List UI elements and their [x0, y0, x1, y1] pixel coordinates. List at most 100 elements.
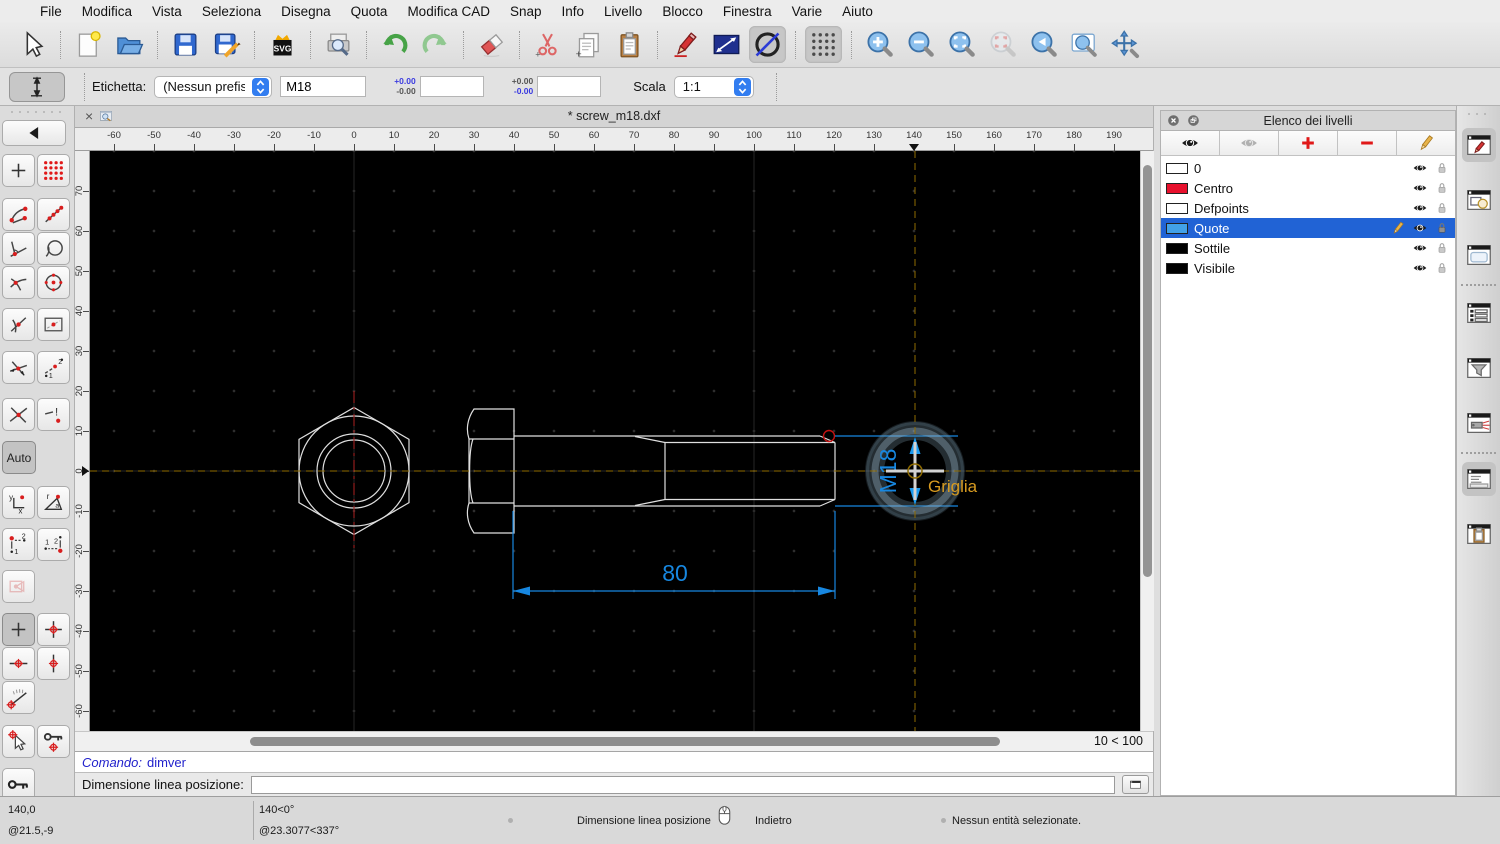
tolerance-lower-input[interactable]	[537, 76, 602, 97]
cut-button[interactable]: +	[529, 26, 566, 63]
angle-snap-button[interactable]	[2, 681, 35, 714]
remove-layer-button[interactable]	[1338, 131, 1397, 155]
print-preview-button[interactable]	[320, 26, 357, 63]
snap-free-button[interactable]	[2, 154, 35, 187]
layer-visibility-icon[interactable]	[1412, 240, 1428, 256]
menu-aiuto[interactable]: Aiuto	[832, 4, 883, 19]
copy-button[interactable]: +	[570, 26, 607, 63]
snap-endpoint-button[interactable]	[2, 198, 35, 231]
layer-row-quote[interactable]: Quote	[1161, 218, 1455, 238]
snap-auto-button[interactable]: Auto	[2, 441, 36, 474]
snap-grid-button[interactable]	[37, 154, 70, 187]
snap-perpendicular-button[interactable]	[2, 232, 35, 265]
snap-intersection-auto-button[interactable]	[2, 351, 35, 384]
command-window-toggle-button[interactable]	[1122, 775, 1149, 795]
snap-intersection-button[interactable]	[2, 398, 35, 431]
new-file-button[interactable]	[70, 26, 107, 63]
dock-layer-list-button[interactable]	[1462, 128, 1496, 162]
menu-varie[interactable]: Varie	[782, 4, 833, 19]
vertical-scrollbar[interactable]	[1140, 151, 1154, 732]
edit-layer-icon[interactable]	[1390, 220, 1406, 236]
dimension-tool-button[interactable]	[708, 26, 745, 63]
layer-row-0[interactable]: 0	[1161, 158, 1455, 178]
paste-button[interactable]	[611, 26, 648, 63]
ellipse-tool-button[interactable]	[749, 26, 786, 63]
restrict-vertical-button[interactable]	[37, 647, 70, 680]
layer-visibility-icon[interactable]	[1412, 160, 1428, 176]
menu-modifica-cad[interactable]: Modifica CAD	[397, 4, 500, 19]
tolerance-upper-input[interactable]	[419, 76, 484, 97]
menu-modifica[interactable]: Modifica	[72, 4, 142, 19]
lock-relative-zero-button[interactable]	[37, 725, 70, 758]
toolbar-drag-handle[interactable]	[1465, 112, 1492, 116]
dock-library-browser-button[interactable]	[1462, 238, 1496, 272]
dock-entity-filter-button[interactable]	[1462, 351, 1496, 385]
panel-close-icon[interactable]	[1166, 113, 1181, 128]
snap-on-entity-button[interactable]	[37, 198, 70, 231]
snap-circle-button[interactable]	[37, 232, 70, 265]
save-button[interactable]	[167, 26, 204, 63]
snap-center-button[interactable]	[37, 266, 70, 299]
layer-visibility-icon[interactable]	[1412, 220, 1428, 236]
vertical-dimension-tool-button[interactable]	[9, 71, 65, 102]
menu-livello[interactable]: Livello	[594, 4, 652, 19]
layer-row-defpoints[interactable]: Defpoints	[1161, 198, 1455, 218]
add-layer-button[interactable]	[1279, 131, 1338, 155]
layer-lock-icon[interactable]	[1434, 260, 1450, 276]
layer-lock-icon[interactable]	[1434, 180, 1450, 196]
dock-entity-list-button[interactable]	[1462, 296, 1496, 330]
snap-tangent-button[interactable]	[2, 266, 35, 299]
dock-command-widget-button[interactable]	[1462, 462, 1496, 496]
command-input[interactable]	[250, 775, 1115, 794]
export-svg-button[interactable]: SVG	[264, 26, 301, 63]
layer-lock-icon[interactable]	[1434, 240, 1450, 256]
zoom-auto-button[interactable]	[943, 26, 980, 63]
layer-row-sottile[interactable]: Sottile	[1161, 238, 1455, 258]
menu-quota[interactable]: Quota	[341, 4, 398, 19]
grid-toggle-button[interactable]	[805, 26, 842, 63]
edit-layer-button[interactable]	[1397, 131, 1455, 155]
restrict-free-button[interactable]	[2, 613, 35, 646]
snap-corner-second-button[interactable]: 12	[37, 528, 70, 561]
menu-file[interactable]: File	[30, 4, 72, 19]
drawing-canvas[interactable]: 80 M18 Griglia	[90, 151, 1140, 732]
delete-entities-button[interactable]	[473, 26, 510, 63]
panel-float-icon[interactable]	[1186, 113, 1201, 128]
dimension-label-input[interactable]	[280, 76, 367, 97]
restrict-horizontal-button[interactable]	[2, 647, 35, 680]
zoom-window-button[interactable]	[1066, 26, 1103, 63]
layer-lock-icon[interactable]	[1434, 200, 1450, 216]
snap-intersection-manual-button[interactable]: 12	[37, 351, 70, 384]
zoom-redraw-button[interactable]	[1025, 26, 1062, 63]
layer-visibility-icon[interactable]	[1412, 200, 1428, 216]
layer-lock-icon[interactable]	[1434, 220, 1450, 236]
snap-corner-first-button[interactable]: 12	[2, 528, 35, 561]
zoom-previous-button[interactable]	[984, 26, 1021, 63]
dock-tool-options-button[interactable]	[1462, 406, 1496, 440]
layer-row-visibile[interactable]: Visibile	[1161, 258, 1455, 278]
scala-select[interactable]: 1:1	[673, 75, 754, 98]
zoom-in-button[interactable]	[861, 26, 898, 63]
snap-distance-button[interactable]	[37, 308, 70, 341]
undo-button[interactable]	[376, 26, 413, 63]
zoom-out-button[interactable]	[902, 26, 939, 63]
dock-clipboard-button[interactable]	[1462, 517, 1496, 551]
restrict-orthogonal-button[interactable]	[37, 613, 70, 646]
select-pointer-button[interactable]	[14, 26, 51, 63]
menu-seleziona[interactable]: Seleziona	[192, 4, 271, 19]
dock-block-list-button[interactable]	[1462, 183, 1496, 217]
menu-blocco[interactable]: Blocco	[652, 4, 713, 19]
layer-row-centro[interactable]: Centro	[1161, 178, 1455, 198]
redo-button[interactable]	[417, 26, 454, 63]
menu-finestra[interactable]: Finestra	[713, 4, 782, 19]
layer-visibility-icon[interactable]	[1412, 180, 1428, 196]
toolbar-drag-handle[interactable]	[8, 110, 66, 114]
restrict-nothing-button[interactable]: !	[37, 398, 70, 431]
hide-all-layers-button[interactable]	[1220, 131, 1279, 155]
coordinate-cartesian-button[interactable]: yx	[2, 486, 35, 519]
save-as-button[interactable]	[208, 26, 245, 63]
horizontal-scrollbar[interactable]: 10 < 100	[75, 731, 1153, 751]
coordinate-polar-button[interactable]: ra	[37, 486, 70, 519]
prefix-select[interactable]: (Nessun prefiss	[154, 75, 273, 98]
snap-middle-button[interactable]	[2, 308, 35, 341]
